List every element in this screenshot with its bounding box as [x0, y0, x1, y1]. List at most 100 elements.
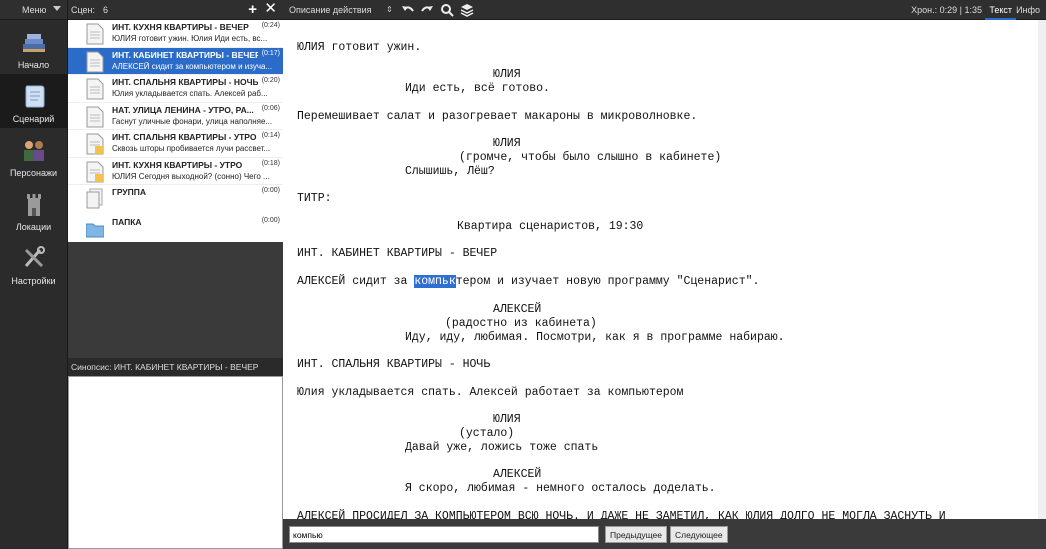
books-icon: [22, 34, 45, 52]
scene-title: ИНТ. КАБИНЕТ КВАРТИРЫ - ВЕЧЕР: [112, 49, 258, 60]
search-icon[interactable]: [440, 3, 454, 17]
scene-item[interactable]: ИНТ. КАБИНЕТ КВАРТИРЫ - ВЕЧЕР АЛЕКСЕЙ си…: [68, 47, 283, 75]
scenes-panel: Сцен: 6 + ✕ ИНТ. КУХНЯ КВАРТИРЫ - ВЕЧЕР …: [68, 0, 283, 549]
script-line: АЛЕКСЕЙ: [493, 303, 542, 316]
nav-label: Настройки: [11, 276, 56, 286]
script-text[interactable]: АЛЕКСЕЙ сидит за компьктером и изучает н…: [283, 20, 1038, 519]
editor-toolbar: Описание действия ⇕ Хрон.: 0:29 | 1:35 Т…: [283, 0, 1046, 20]
menu-button[interactable]: Меню: [0, 0, 67, 20]
script-line: АЛЕКСЕЙ: [493, 468, 542, 481]
scene-count-label: Сцен:: [71, 4, 96, 15]
find-next-button[interactable]: Следующее: [670, 526, 728, 543]
script-line: (радостно из кабинета): [445, 317, 597, 330]
script-line: ЮЛИЯ: [493, 413, 521, 426]
text-segment: тером и изучает новую программу "Сценари…: [455, 275, 760, 288]
scene-item[interactable]: ИНТ. КУХНЯ КВАРТИРЫ - ВЕЧЕР ЮЛИЯ готовит…: [68, 20, 283, 48]
nav-item-home[interactable]: Начало: [0, 20, 67, 74]
scenes-header: Сцен: 6 + ✕: [68, 0, 283, 20]
people-icon: [23, 141, 44, 161]
scene-duration: (0:18): [261, 159, 280, 167]
scene-title: НАТ. УЛИЦА ЛЕНИНА - УТРО, РА...: [112, 104, 254, 115]
folder-icon: [86, 223, 104, 238]
side-nav: Меню Начало Сценарий Персонажи Локации Н…: [0, 0, 68, 549]
undo-icon[interactable]: [401, 3, 415, 17]
delete-icon[interactable]: ✕: [264, 1, 277, 16]
text-segment: АЛЕКСЕЙ сидит за: [297, 275, 415, 288]
find-bar: Предыдущее Следующее: [283, 519, 1046, 549]
script-editor: Описание действия ⇕ Хрон.: 0:29 | 1:35 Т…: [283, 0, 1046, 549]
nav-label: Сценарий: [12, 114, 55, 124]
document-icon: [86, 106, 104, 127]
nav-item-script[interactable]: Сценарий: [0, 74, 67, 128]
script-line: ЮЛИЯ: [493, 68, 521, 81]
script-line: Слышишь, Лёш?: [405, 165, 495, 178]
scene-synopsis: АЛЕКСЕЙ сидит за компьютером и изуча...: [112, 61, 273, 71]
scroll-icon: [25, 85, 44, 108]
script-line: ИНТ. СПАЛЬНЯ КВАРТИРЫ - НОЧЬ: [297, 358, 491, 371]
document-note-icon: [86, 133, 104, 155]
script-line: ИНТ. КАБИНЕТ КВАРТИРЫ - ВЕЧЕР: [297, 247, 498, 260]
scene-synopsis: Гаснут уличные фонари, улица наполняе...: [112, 116, 273, 126]
script-line: АЛЕКСЕЙ ПРОСИДЕЛ ЗА КОМПЬЮТЕРОМ ВСЮ НОЧЬ…: [297, 510, 946, 519]
scene-list-empty-area: [68, 242, 283, 358]
find-input[interactable]: [289, 526, 599, 543]
menu-label: Меню: [22, 4, 47, 15]
folder-duration: (0:00): [261, 217, 280, 224]
scene-title: ИНТ. СПАЛЬНЯ КВАРТИРЫ - НОЧЬ: [112, 77, 258, 87]
group-title: ГРУППА: [112, 187, 147, 197]
synopsis-header: Синопсис: ИНТ. КАБИНЕТ КВАРТИРЫ - ВЕЧЕР: [68, 358, 283, 376]
scene-duration: (0:17): [261, 49, 280, 57]
scene-item[interactable]: ИНТ. КУХНЯ КВАРТИРЫ - УТРО ЮЛИЯ Сегодня …: [68, 158, 283, 185]
nav-label: Персонажи: [9, 168, 58, 178]
nav-item-characters[interactable]: Персонажи: [0, 128, 67, 182]
tools-icon: [24, 246, 45, 268]
scene-synopsis: Юлия укладывается спать. Алексей раб...: [112, 89, 268, 98]
scene-duration: (0:24): [261, 22, 280, 29]
script-line: ЮЛИЯ готовит ужин.: [297, 41, 422, 54]
chevron-down-icon: [53, 6, 61, 11]
script-line: (громче, чтобы было слышно в кабинете): [459, 151, 722, 164]
add-icon[interactable]: +: [248, 2, 257, 17]
scene-list: ИНТ. КУХНЯ КВАРТИРЫ - ВЕЧЕР ЮЛИЯ готовит…: [68, 20, 283, 242]
scene-synopsis: ЮЛИЯ готовит ужин. Юлия Иди есть, вс...: [112, 34, 268, 43]
nav-label: Локации: [15, 222, 52, 232]
layers-icon[interactable]: [460, 3, 474, 17]
folder-title: ПАПКА: [112, 217, 142, 227]
document-stack-icon: [86, 188, 103, 209]
scene-title: ИНТ. СПАЛЬНЯ КВАРТИРЫ - УТРО: [112, 132, 257, 142]
scene-item[interactable]: ИНТ. СПАЛЬНЯ КВАРТИРЫ - УТРО Сквозь штор…: [68, 130, 283, 158]
folder-item[interactable]: ПАПКА (0:00): [68, 215, 283, 245]
nav-item-locations[interactable]: Локации: [0, 182, 67, 236]
group-item[interactable]: ГРУППА (0:00): [68, 185, 283, 215]
style-selector[interactable]: Описание действия: [289, 5, 372, 15]
updown-icon: ⇕: [386, 5, 393, 14]
scene-item[interactable]: ИНТ. СПАЛЬНЯ КВАРТИРЫ - НОЧЬ Юлия уклады…: [68, 75, 283, 103]
scene-item[interactable]: НАТ. УЛИЦА ЛЕНИНА - УТРО, РА... Гаснут у…: [68, 103, 283, 130]
document-icon: [86, 23, 104, 45]
document-note-icon: [86, 161, 104, 182]
document-icon: [86, 78, 104, 100]
scene-duration: (0:06): [261, 104, 280, 112]
find-previous-button[interactable]: Предыдущее: [605, 526, 668, 543]
script-line: Давай уже, ложись тоже спать: [405, 441, 599, 454]
group-duration: (0:00): [261, 187, 280, 194]
vertical-scrollbar[interactable]: [1038, 20, 1046, 519]
script-line: Перемешивает салат и разогревает макарон…: [297, 110, 698, 123]
script-line: Иду, иду, любимая. Посмотри, как я в про…: [405, 331, 785, 344]
tab-info[interactable]: Инфо: [1012, 0, 1044, 20]
script-line: ЮЛИЯ: [493, 137, 521, 150]
search-highlight: компьк: [414, 275, 456, 288]
script-line: Я скоро, любимая - немного осталось доде…: [405, 482, 716, 495]
synopsis-editor[interactable]: [68, 376, 283, 549]
scene-synopsis: ЮЛИЯ Сегодня выходной? (сонно) Чего ...: [112, 171, 270, 181]
script-line: (устало): [459, 427, 515, 440]
scene-count: 6: [103, 4, 109, 15]
script-line: ТИТР:: [297, 192, 332, 205]
chronometer: Хрон.: 0:29 | 1:35: [911, 5, 982, 15]
redo-icon[interactable]: [420, 3, 434, 17]
scene-duration: (0:14): [261, 132, 280, 139]
script-line: Юлия укладывается спать. Алексей работае…: [297, 386, 684, 399]
nav-item-settings[interactable]: Настройки: [0, 236, 67, 290]
scene-duration: (0:20): [261, 77, 280, 84]
scene-synopsis: Сквозь шторы пробивается лучи рассвет...: [112, 144, 271, 153]
